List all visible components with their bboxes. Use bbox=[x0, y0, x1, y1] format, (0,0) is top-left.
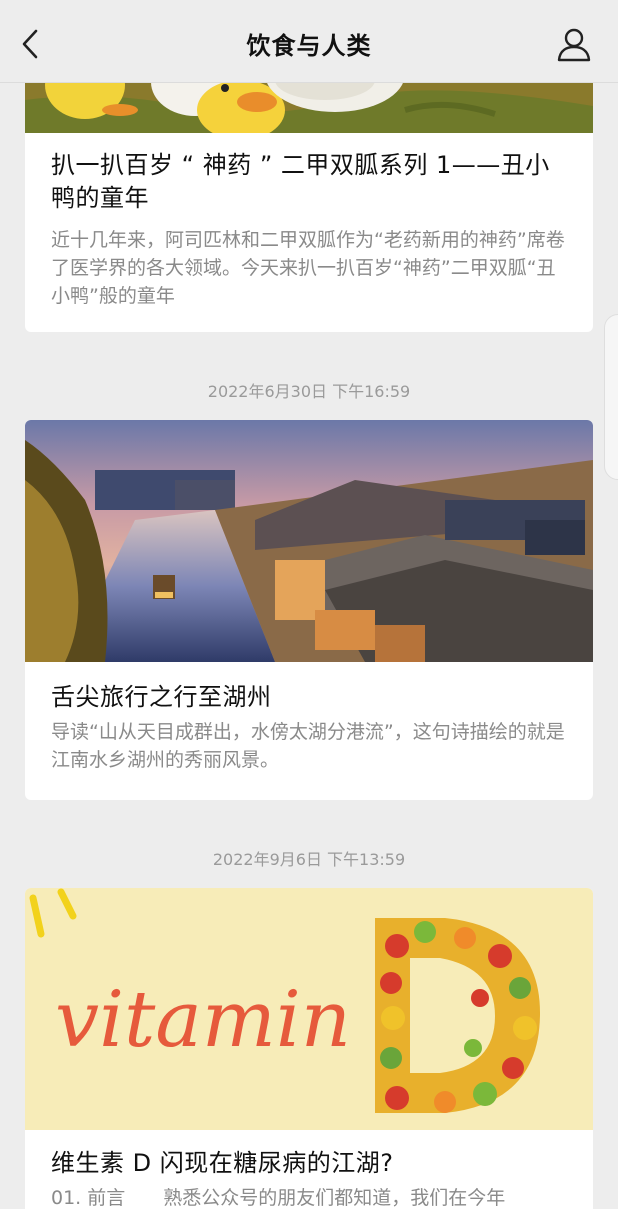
article-card[interactable]: 舌尖旅行之行至湖州 导读“山从天目成群出，水傍太湖分港流”，这句诗描绘的就是江南… bbox=[25, 420, 593, 800]
article-title: 舌尖旅行之行至湖州 bbox=[51, 683, 272, 711]
article-cover-image: vitamin bbox=[25, 888, 593, 1130]
article-summary: 01. 前言 熟悉公众号的朋友们都知道，我们在今年 bbox=[51, 1187, 506, 1209]
timestamp: 2022年6月30日 下午16:59 bbox=[207, 382, 411, 401]
article-summary: 近十几年来，阿司匹林和二甲双胍作为“老药新用的神药”席卷了医学界的各大领域。今天… bbox=[51, 229, 565, 307]
article-title: 扒一扒百岁 “ 神药 ” 二甲双胍系列 1——丑小鸭的童年 bbox=[51, 151, 550, 212]
profile-button[interactable] bbox=[554, 26, 594, 64]
article-summary: 导读“山从天目成群出，水傍太湖分港流”，这句诗描绘的就是江南水乡湖州的秀丽风景。 bbox=[51, 721, 565, 771]
vitamin-image-text: vitamin bbox=[55, 975, 351, 1065]
article-card[interactable]: vitamin 维生素 D 闪现在糖尿病的江湖? 01. 前言 熟悉公众号的朋友… bbox=[25, 888, 593, 1209]
top-bar: 饮食与人类 bbox=[0, 0, 618, 83]
timestamp: 2022年9月6日 下午13:59 bbox=[212, 850, 406, 869]
article-title: 维生素 D 闪现在糖尿病的江湖? bbox=[51, 1149, 394, 1177]
article-card[interactable]: 扒一扒百岁 “ 神药 ” 二甲双胍系列 1——丑小鸭的童年 近十几年来，阿司匹林… bbox=[25, 40, 593, 332]
article-list-page: 饮食与人类 扒一扒百岁 “ 神药 ” 二甲双胍系列 1——丑小鸭的童年 近十几年… bbox=[0, 0, 618, 1209]
page-title: 饮食与人类 bbox=[246, 32, 372, 60]
floating-side-handle[interactable] bbox=[604, 314, 618, 480]
article-cover-image bbox=[25, 420, 593, 662]
user-profile-icon bbox=[557, 28, 591, 62]
